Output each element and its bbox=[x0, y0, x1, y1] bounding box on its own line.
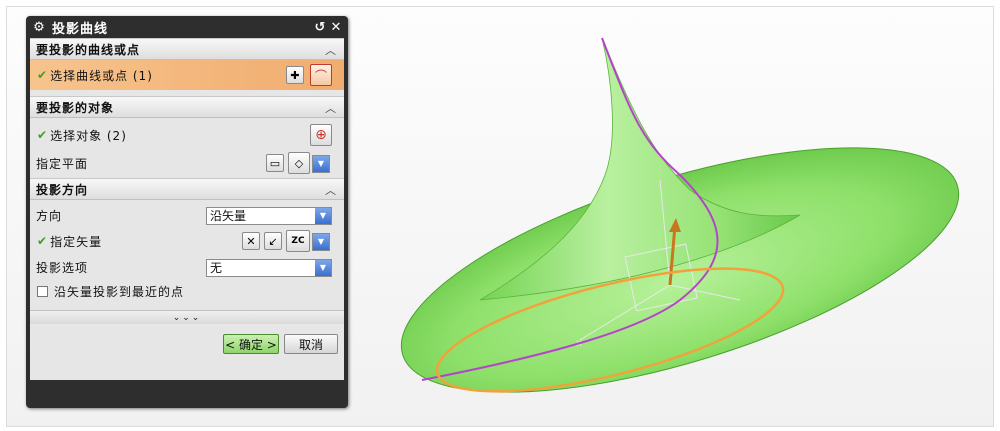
gear-icon[interactable]: ⚙ bbox=[30, 18, 48, 36]
group-header-label: 要投影的对象 bbox=[36, 100, 115, 115]
surface-brim bbox=[400, 147, 960, 393]
specify-vector-label: 指定矢量 bbox=[50, 234, 103, 249]
plane-icon[interactable]: ◇ bbox=[288, 152, 310, 174]
dialog-title: 投影曲线 bbox=[52, 21, 109, 37]
nearest-point-label: 沿矢量投影到最近的点 bbox=[54, 284, 185, 299]
projection-option-value: 无 bbox=[210, 261, 223, 275]
specify-plane-row: 指定平面 ▭ ◇ ▼ bbox=[30, 150, 344, 176]
check-icon: ✔ bbox=[37, 68, 48, 82]
plane-dropdown-arrow[interactable]: ▼ bbox=[312, 155, 330, 173]
direction-row: 方向 沿矢量 ▼ bbox=[30, 202, 344, 228]
select-object-label: 选择对象 (2) bbox=[50, 128, 127, 143]
reset-icon[interactable]: ↺ bbox=[312, 19, 328, 35]
dialog-titlebar: ⚙ 投影曲线 ↺ ✕ bbox=[26, 16, 348, 38]
curve-select-icon[interactable]: ⌒ bbox=[310, 64, 332, 86]
add-curve-icon[interactable]: ✚ bbox=[286, 66, 304, 84]
specify-plane-label: 指定平面 bbox=[36, 156, 89, 171]
project-curve-dialog: ⚙ 投影曲线 ↺ ✕ 要投影的曲线或点 ︿ ✔ 选择曲线或点 (1) ✚ ⌒ 要… bbox=[26, 16, 348, 408]
reverse-direction-icon[interactable]: ✕ bbox=[242, 232, 260, 250]
plane-dialog-icon[interactable]: ▭ bbox=[266, 154, 284, 172]
zc-vector-icon[interactable]: ZC bbox=[286, 230, 310, 252]
select-curve-label: 选择曲线或点 (1) bbox=[50, 68, 153, 83]
group-header-label: 要投影的曲线或点 bbox=[36, 42, 141, 57]
nearest-point-row[interactable]: 沿矢量投影到最近的点 bbox=[30, 278, 344, 304]
specify-vector-row: ✔ 指定矢量 ✕ ↙ ZC ▼ bbox=[30, 228, 344, 254]
select-curve-row[interactable]: ✔ 选择曲线或点 (1) ✚ ⌒ bbox=[30, 60, 344, 90]
direction-value: 沿矢量 bbox=[210, 209, 247, 223]
crosshair-icon[interactable]: ⊕ bbox=[310, 124, 332, 146]
direction-select[interactable]: 沿矢量 ▼ bbox=[206, 207, 332, 225]
vector-dropdown-arrow[interactable]: ▼ bbox=[312, 233, 330, 251]
more-options-toggle[interactable]: ⌄⌄⌄ bbox=[30, 310, 344, 325]
chevron-down-icon[interactable]: ▼ bbox=[315, 260, 331, 276]
group-header-label: 投影方向 bbox=[36, 182, 89, 197]
close-icon[interactable]: ✕ bbox=[328, 19, 344, 35]
dialog-body: 要投影的曲线或点 ︿ ✔ 选择曲线或点 (1) ✚ ⌒ 要投影的对象 ︿ ✔ 选… bbox=[30, 38, 344, 380]
group-header-direction[interactable]: 投影方向 ︿ bbox=[30, 178, 344, 200]
collapse-chevron-icon[interactable]: ︿ bbox=[325, 100, 336, 116]
3d-model-view[interactable]: x bbox=[380, 0, 1000, 431]
projection-option-select[interactable]: 无 ▼ bbox=[206, 259, 332, 277]
collapse-chevron-icon[interactable]: ︿ bbox=[325, 182, 336, 198]
check-icon: ✔ bbox=[37, 128, 48, 142]
projection-option-row: 投影选项 无 ▼ bbox=[30, 254, 344, 280]
chevron-down-icon[interactable]: ▼ bbox=[315, 208, 331, 224]
vector-dialog-icon[interactable]: ↙ bbox=[264, 232, 282, 250]
collapse-chevron-icon[interactable]: ︿ bbox=[325, 42, 336, 58]
check-icon: ✔ bbox=[37, 234, 48, 248]
ok-button[interactable]: < 确定 > bbox=[223, 334, 279, 354]
nearest-point-checkbox[interactable] bbox=[37, 286, 48, 297]
direction-label: 方向 bbox=[36, 208, 63, 223]
projection-option-label: 投影选项 bbox=[36, 260, 89, 275]
select-object-row[interactable]: ✔ 选择对象 (2) ⊕ bbox=[30, 122, 344, 148]
cancel-button[interactable]: 取消 bbox=[284, 334, 338, 354]
group-header-curves[interactable]: 要投影的曲线或点 ︿ bbox=[30, 38, 344, 60]
dialog-footer: < 确定 > 取消 bbox=[30, 324, 344, 380]
group-header-target[interactable]: 要投影的对象 ︿ bbox=[30, 96, 344, 118]
